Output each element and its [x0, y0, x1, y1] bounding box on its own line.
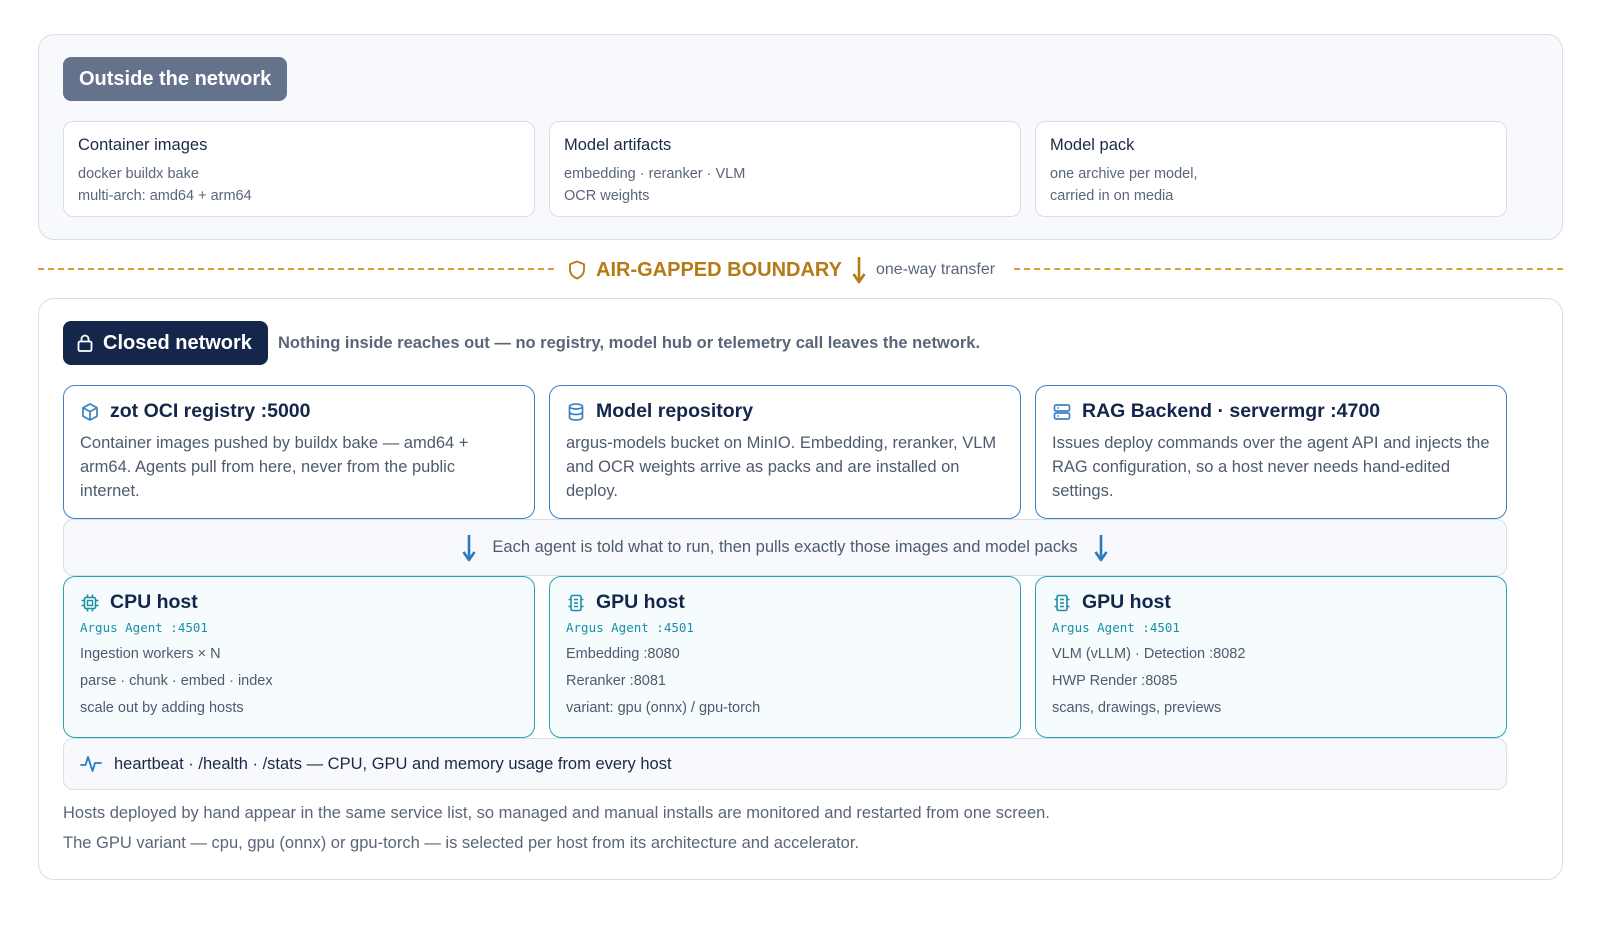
server-icon [1052, 402, 1072, 422]
card-line: docker buildx bake [78, 166, 199, 182]
host-line: Ingestion workers × N [80, 646, 221, 662]
cpu-host-card: CPU host Argus Agent :4501 Ingestion wor… [63, 576, 535, 738]
heartbeat-strip: heartbeat · /health · /stats — CPU, GPU … [63, 738, 1507, 790]
host-title: GPU host [596, 591, 685, 613]
card-line: embedding · reranker · VLM [564, 166, 746, 182]
host-title: CPU host [110, 591, 198, 613]
footnote: The GPU variant — cpu, gpu (onnx) or gpu… [63, 834, 860, 852]
closed-network-note: Nothing inside reaches out — no registry… [278, 334, 981, 352]
arrow-down-icon [852, 256, 866, 284]
host-line: VLM (vLLM) · Detection :8082 [1052, 646, 1246, 662]
closed-network-badge: Closed network [63, 321, 268, 365]
host-agent-label: Argus Agent :4501 [1052, 620, 1180, 635]
boundary-title: AIR-GAPPED BOUNDARY [596, 258, 842, 281]
rag-backend-card: RAG Backend · servermgr :4700 Issues dep… [1035, 385, 1507, 519]
heartbeat-icon [80, 754, 102, 774]
card-line: one archive per model, [1050, 166, 1198, 182]
boundary-dashed-line-right [1014, 268, 1563, 270]
deploy-flow-text: Each agent is told what to run, then pul… [492, 538, 1078, 556]
deploy-flow-strip: Each agent is told what to run, then pul… [63, 519, 1507, 576]
host-agent-label: Argus Agent :4501 [566, 620, 694, 635]
arrow-down-icon [1094, 534, 1108, 562]
card-title: Model artifacts [564, 136, 672, 154]
arrow-down-icon [462, 534, 476, 562]
model-repository-card: Model repository argus-models bucket on … [549, 385, 1021, 519]
card-line: multi-arch: amd64 + arm64 [78, 188, 252, 204]
gpu-host-card: GPU host Argus Agent :4501 VLM (vLLM) · … [1035, 576, 1507, 738]
host-line: Reranker :8081 [566, 673, 666, 689]
air-gapped-boundary: AIR-GAPPED BOUNDARY one-way transfer [38, 252, 1563, 286]
closed-network-badge-label: Closed network [103, 331, 252, 354]
database-icon [566, 402, 586, 422]
container-images-card: Container images docker buildx bake mult… [63, 121, 535, 217]
host-line: variant: gpu (onnx) / gpu-torch [566, 700, 761, 716]
outside-network-badge: Outside the network [63, 57, 288, 101]
host-line: scans, drawings, previews [1052, 700, 1222, 716]
host-line: scale out by adding hosts [80, 700, 244, 716]
service-description: Container images pushed by buildx bake —… [80, 434, 469, 500]
gpu-icon [1052, 593, 1072, 613]
card-line: OCR weights [564, 188, 650, 204]
footnote: Hosts deployed by hand appear in the sam… [63, 804, 1050, 822]
host-agent-label: Argus Agent :4501 [80, 620, 208, 635]
lock-icon [77, 334, 93, 352]
boundary-subtitle: one-way transfer [875, 261, 996, 278]
service-title: Model repository [596, 400, 754, 422]
card-line: carried in on media [1050, 188, 1174, 204]
card-title: Model pack [1050, 136, 1135, 154]
service-title: RAG Backend · servermgr :4700 [1082, 400, 1381, 422]
closed-network-panel: Closed network Nothing inside reaches ou… [38, 298, 1563, 880]
service-description: Issues deploy commands over the agent AP… [1052, 434, 1490, 500]
host-line: parse · chunk · embed · index [80, 673, 273, 689]
gpu-host-card: GPU host Argus Agent :4501 Embedding :80… [549, 576, 1021, 738]
host-line: HWP Render :8085 [1052, 673, 1178, 689]
host-line: Embedding :8080 [566, 646, 680, 662]
shield-icon [568, 260, 586, 280]
model-artifacts-card: Model artifacts embedding · reranker · V… [549, 121, 1021, 217]
service-title: zot OCI registry :5000 [110, 400, 311, 422]
boundary-dashed-line-left [38, 268, 554, 270]
card-title: Container images [78, 136, 208, 154]
package-icon [80, 402, 100, 422]
model-pack-card: Model pack one archive per model, carrie… [1035, 121, 1507, 217]
heartbeat-text: heartbeat · /health · /stats — CPU, GPU … [114, 754, 672, 773]
gpu-icon [566, 593, 586, 613]
cpu-icon [80, 593, 100, 613]
outside-network-panel: Outside the network Container images doc… [38, 34, 1563, 240]
host-title: GPU host [1082, 591, 1171, 613]
zot-registry-card: zot OCI registry :5000 Container images … [63, 385, 535, 519]
service-description: argus-models bucket on MinIO. Embedding,… [566, 434, 997, 500]
boundary-label: AIR-GAPPED BOUNDARY one-way transfer [568, 254, 995, 286]
